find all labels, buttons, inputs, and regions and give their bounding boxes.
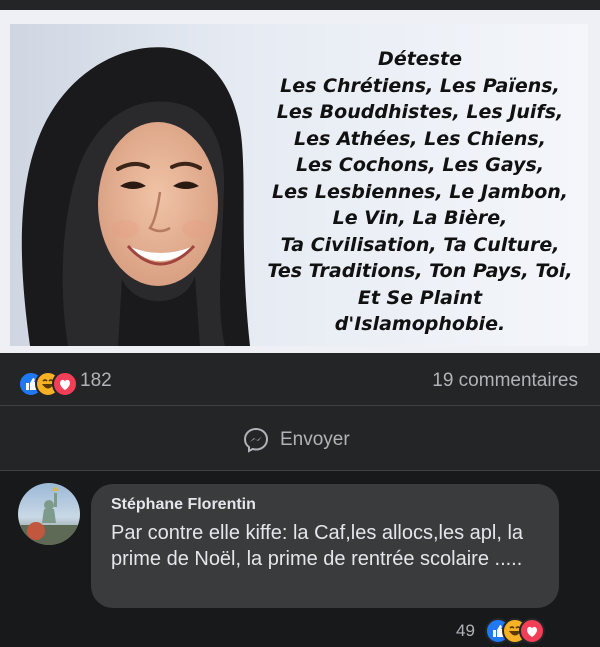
comment-reaction-count[interactable]: 49 [456, 621, 475, 641]
post-actions: Envoyer [0, 406, 600, 470]
send-button[interactable]: Envoyer [242, 426, 350, 454]
meme-line: d'Islamophobie. [334, 313, 506, 335]
top-bar [0, 0, 600, 10]
meme-line: Le Vin, La Bière, [332, 207, 508, 229]
comment-text: Par contre elle kiffe: la Caf,les allocs… [111, 522, 524, 570]
meme-line: Les Bouddhistes, Les Juifs, [276, 101, 564, 123]
meme-line: Les Lesbiennes, Le Jambon, [272, 180, 568, 203]
love-icon [52, 371, 78, 397]
avatar[interactable] [18, 483, 80, 545]
meme-text: Déteste Les Chrétiens, Les Païens, Les B… [250, 46, 588, 338]
reactions-summary-row: 182 19 commentaires [0, 353, 600, 405]
post-image[interactable]: Déteste Les Chrétiens, Les Païens, Les B… [0, 10, 600, 353]
love-icon [519, 618, 545, 644]
statue-of-liberty-avatar-icon [18, 486, 80, 545]
meme-line: Les Cochons, Les Gays, [295, 154, 545, 176]
meme-line: Déteste [378, 48, 462, 70]
send-label: Envoyer [280, 429, 350, 450]
comment-author[interactable]: Stéphane Florentin [111, 496, 256, 514]
comment: Stéphane Florentin Par contre elle kiffe… [0, 471, 600, 646]
meme-line: Tes Traditions, Ton Pays, Toi, [267, 260, 573, 282]
comments-count-link[interactable]: 19 commentaires [432, 370, 578, 392]
meme-line: Ta Civilisation, Ta Culture, [280, 233, 560, 256]
meme-line: Les Chrétiens, Les Païens, [280, 74, 560, 97]
reaction-count[interactable]: 182 [80, 370, 112, 392]
meme-line: Et Se Plaint [357, 286, 483, 309]
messenger-icon [243, 427, 269, 453]
meme-image: Déteste Les Chrétiens, Les Païens, Les B… [10, 24, 588, 346]
comment-bubble: Stéphane Florentin Par contre elle kiffe… [91, 484, 559, 608]
woman-portrait-illustration [21, 47, 250, 346]
meme-line: Les Athées, Les Chiens, [294, 127, 546, 150]
